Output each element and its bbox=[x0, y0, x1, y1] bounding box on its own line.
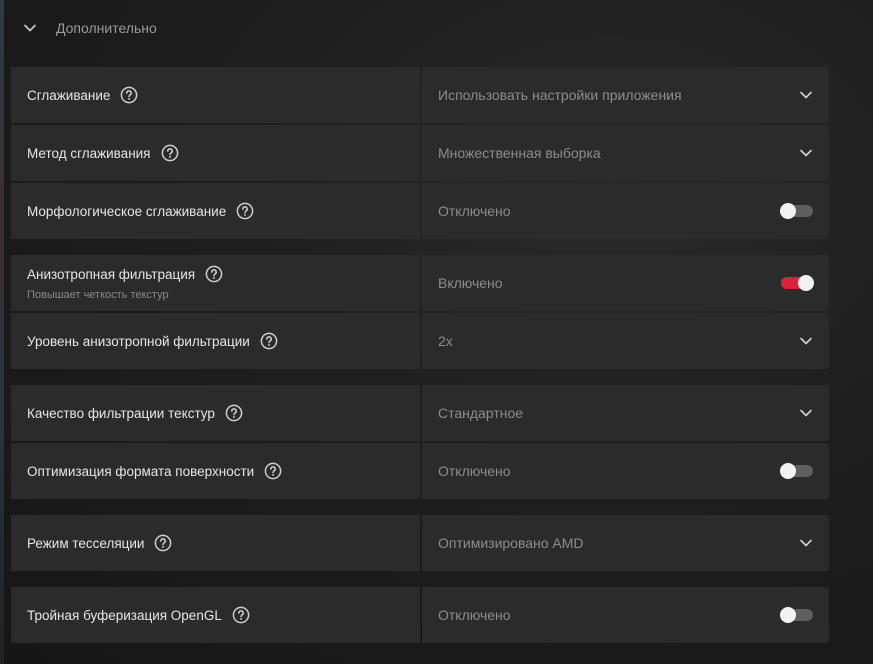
setting-row-tessellation: Режим тесселяции Оптимизировано AMD bbox=[11, 515, 829, 571]
morphological-aa-toggle[interactable] bbox=[780, 203, 813, 219]
help-icon[interactable] bbox=[154, 534, 172, 552]
setting-row-opengl-triple-buffering: Тройная буферизация OpenGL Отключено bbox=[11, 587, 829, 643]
help-icon[interactable] bbox=[161, 144, 179, 162]
help-icon[interactable] bbox=[236, 202, 254, 220]
setting-label-cell: Анизотропная фильтрация Повышает четкост… bbox=[11, 255, 420, 311]
setting-row-antialiasing: Сглаживание Использовать настройки прило… bbox=[11, 67, 829, 123]
toggle-knob bbox=[780, 607, 796, 623]
setting-label: Качество фильтрации текстур bbox=[27, 405, 215, 421]
anisotropic-level-dropdown[interactable]: 2x bbox=[422, 313, 829, 369]
section-title: Дополнительно bbox=[56, 20, 157, 36]
chevron-down-icon bbox=[799, 536, 813, 550]
opengl-triple-buffering-setting: Отключено bbox=[422, 587, 829, 643]
help-icon[interactable] bbox=[205, 265, 223, 283]
antialiasing-dropdown[interactable]: Использовать настройки приложения bbox=[422, 67, 829, 123]
setting-label-cell: Морфологическое сглаживание bbox=[11, 183, 420, 239]
toggle-knob bbox=[798, 275, 814, 291]
setting-row-surface-format: Оптимизация формата поверхности Отключен… bbox=[11, 443, 829, 499]
setting-label: Морфологическое сглаживание bbox=[27, 203, 227, 219]
help-icon[interactable] bbox=[260, 332, 278, 350]
help-icon[interactable] bbox=[120, 86, 138, 104]
setting-label-cell: Тройная буферизация OpenGL bbox=[11, 587, 420, 643]
setting-row-antialiasing-method: Метод сглаживания Множественная выборка bbox=[11, 125, 829, 181]
background-edge bbox=[0, 0, 4, 664]
setting-value: Отключено bbox=[438, 607, 511, 623]
settings-group-texture: Качество фильтрации текстур Стандартное … bbox=[11, 385, 829, 499]
setting-row-morphological-aa: Морфологическое сглаживание Отключено bbox=[11, 183, 829, 239]
settings-group-antialiasing: Сглаживание Использовать настройки прило… bbox=[11, 67, 829, 239]
anisotropic-filtering-toggle[interactable] bbox=[781, 275, 814, 291]
setting-label: Сглаживание bbox=[27, 87, 111, 103]
toggle-knob bbox=[780, 463, 796, 479]
setting-row-anisotropic-level: Уровень анизотропной фильтрации 2x bbox=[11, 313, 829, 369]
toggle-knob bbox=[780, 203, 796, 219]
setting-label: Анизотропная фильтрация bbox=[27, 266, 196, 282]
antialiasing-method-dropdown[interactable]: Множественная выборка bbox=[422, 125, 829, 181]
setting-label: Уровень анизотропной фильтрации bbox=[27, 333, 250, 349]
chevron-down-icon bbox=[799, 406, 813, 420]
anisotropic-filtering-setting: Включено bbox=[422, 255, 829, 311]
setting-value: Множественная выборка bbox=[438, 145, 601, 161]
help-icon[interactable] bbox=[232, 606, 250, 624]
opengl-triple-buffering-toggle[interactable] bbox=[780, 607, 813, 623]
surface-format-setting: Отключено bbox=[422, 443, 829, 499]
setting-label: Тройная буферизация OpenGL bbox=[27, 607, 222, 623]
setting-label-cell: Режим тесселяции bbox=[11, 515, 420, 571]
setting-value: Отключено bbox=[438, 203, 511, 219]
setting-label-cell: Сглаживание bbox=[11, 67, 420, 123]
setting-row-texture-quality: Качество фильтрации текстур Стандартное bbox=[11, 385, 829, 441]
settings-page: Дополнительно Сглаживание Использовать н… bbox=[0, 0, 873, 664]
setting-value: Оптимизировано AMD bbox=[438, 535, 584, 551]
setting-label: Оптимизация формата поверхности bbox=[27, 463, 255, 479]
setting-value: Использовать настройки приложения bbox=[438, 87, 682, 103]
setting-row-anisotropic-filtering: Анизотропная фильтрация Повышает четкост… bbox=[11, 255, 829, 311]
settings-group-tessellation: Режим тесселяции Оптимизировано AMD bbox=[11, 515, 829, 571]
settings-group-opengl: Тройная буферизация OpenGL Отключено bbox=[11, 587, 829, 643]
help-icon[interactable] bbox=[225, 404, 243, 422]
surface-format-toggle[interactable] bbox=[780, 463, 813, 479]
tessellation-dropdown[interactable]: Оптимизировано AMD bbox=[422, 515, 829, 571]
setting-label-cell: Оптимизация формата поверхности bbox=[11, 443, 420, 499]
chevron-down-icon bbox=[799, 146, 813, 160]
setting-value: Включено bbox=[438, 275, 503, 291]
chevron-down-icon bbox=[799, 334, 813, 348]
setting-label: Режим тесселяции bbox=[27, 535, 145, 551]
chevron-down-icon[interactable] bbox=[22, 20, 38, 36]
setting-label-cell: Качество фильтрации текстур bbox=[11, 385, 420, 441]
setting-value: 2x bbox=[438, 333, 453, 349]
setting-value: Стандартное bbox=[438, 405, 524, 421]
texture-quality-dropdown[interactable]: Стандартное bbox=[422, 385, 829, 441]
setting-value: Отключено bbox=[438, 463, 511, 479]
setting-label: Метод сглаживания bbox=[27, 145, 151, 161]
chevron-down-icon bbox=[799, 88, 813, 102]
setting-label-cell: Уровень анизотропной фильтрации bbox=[11, 313, 420, 369]
setting-description: Повышает четкость текстур bbox=[27, 289, 169, 301]
section-header-advanced[interactable]: Дополнительно bbox=[22, 17, 157, 39]
help-icon[interactable] bbox=[264, 462, 282, 480]
settings-group-anisotropic: Анизотропная фильтрация Повышает четкост… bbox=[11, 255, 829, 369]
setting-label-cell: Метод сглаживания bbox=[11, 125, 420, 181]
morphological-aa-setting: Отключено bbox=[422, 183, 829, 239]
